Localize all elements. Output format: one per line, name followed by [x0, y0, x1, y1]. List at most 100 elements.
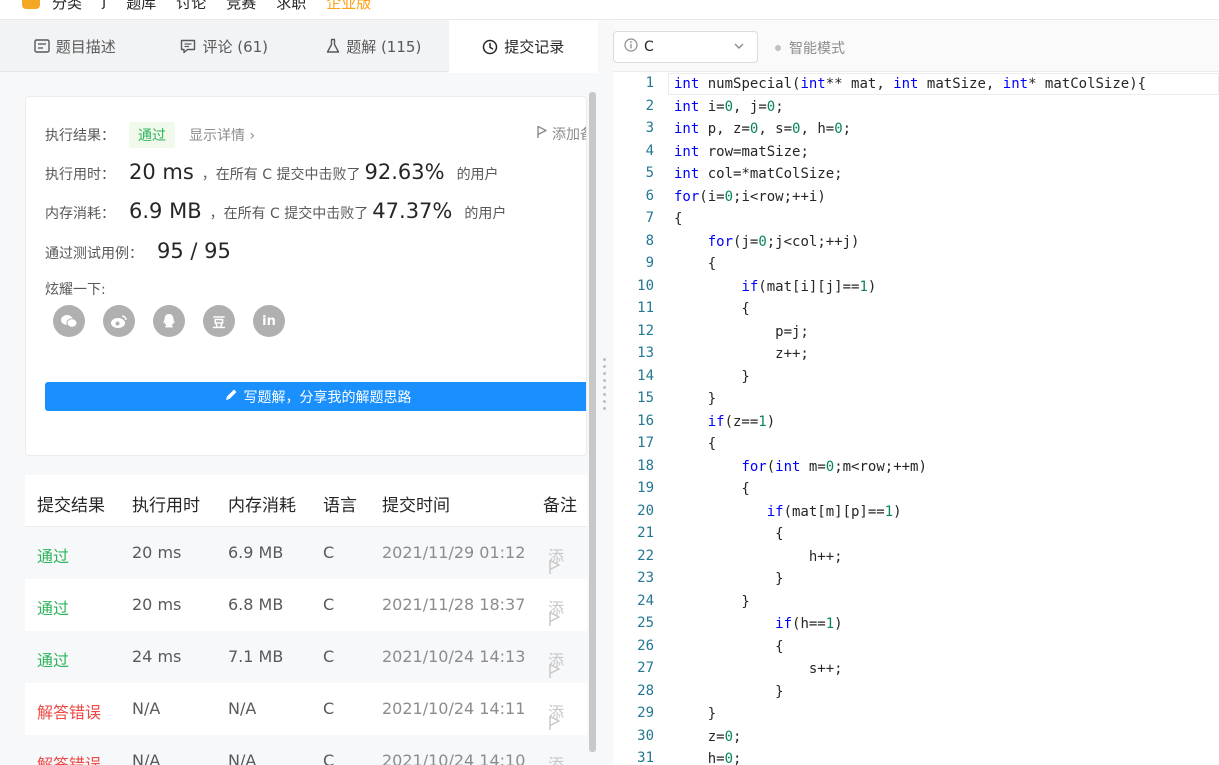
- code-line[interactable]: for(i=0;i<row;++i): [674, 186, 826, 208]
- code-line[interactable]: int numSpecial(int** mat, int matSize, i…: [674, 73, 1146, 95]
- line-number: 5: [645, 165, 654, 181]
- clock-icon: [482, 39, 498, 55]
- code-line[interactable]: z=0;: [674, 726, 742, 748]
- cell-time: N/A: [132, 751, 161, 765]
- language-select[interactable]: C: [613, 31, 758, 63]
- top-nav-item[interactable]: 竞赛: [226, 0, 256, 13]
- tab-description[interactable]: 题目描述: [0, 20, 150, 72]
- add-note-cell[interactable]: 添: [548, 595, 564, 626]
- code-line[interactable]: }: [674, 568, 783, 590]
- cell-lang: C: [323, 699, 335, 718]
- code-line[interactable]: h++;: [674, 546, 843, 568]
- code-line[interactable]: p=j;: [674, 321, 809, 343]
- top-nav-item[interactable]: 求职: [276, 0, 306, 13]
- cell-mem: 6.9 MB: [228, 543, 284, 562]
- cell-result[interactable]: 通过: [37, 595, 69, 619]
- add-note-label: 添加备注: [552, 127, 586, 143]
- result-card: 执行结果： 通过 显示详情 › 添加备注 执行用时： 20 ms ，在所有 C …: [25, 96, 587, 456]
- cell-time: 24 ms: [132, 647, 182, 666]
- line-number: 28: [637, 682, 654, 699]
- douban-icon[interactable]: 豆: [203, 305, 235, 337]
- code-line[interactable]: for(int m=0;m<row;++m): [674, 456, 926, 478]
- line-number: 26: [637, 637, 654, 654]
- top-nav-item[interactable]: j: [102, 0, 106, 13]
- tab-label: 评论 (61): [202, 37, 269, 56]
- write-solution-label: 写题解，分享我的解题思路: [243, 389, 412, 406]
- line-number: 16: [637, 412, 654, 429]
- code-line[interactable]: {: [674, 298, 749, 320]
- code-line[interactable]: if(h==1): [674, 613, 842, 635]
- flag-icon: [548, 663, 562, 683]
- code-line[interactable]: s++;: [674, 658, 843, 680]
- tab-solutions[interactable]: 题解 (115): [299, 20, 449, 72]
- panel-splitter[interactable]: [598, 20, 613, 765]
- table-row[interactable]: 通过 20 ms 6.8 MB C 2021/11/28 18:37 添: [25, 579, 587, 631]
- add-note-cell[interactable]: 添: [548, 543, 564, 574]
- code-line[interactable]: h=0;: [674, 748, 742, 765]
- smart-mode-toggle[interactable]: 智能模式: [775, 38, 845, 58]
- code-line[interactable]: }: [674, 591, 749, 613]
- flag-icon: [548, 715, 562, 735]
- code-line[interactable]: {: [674, 636, 783, 658]
- tab-comments[interactable]: 评论 (61): [150, 20, 300, 72]
- share-label: 炫耀一下:: [45, 282, 106, 298]
- top-nav-item[interactable]: 分类: [52, 0, 82, 13]
- table-row[interactable]: 解答错误 N/A N/A C 2021/10/24 14:10 添: [25, 735, 587, 765]
- code-line[interactable]: for(j=0;j<col;++j): [674, 231, 860, 253]
- cell-result[interactable]: 解答错误: [37, 699, 101, 723]
- cell-result[interactable]: 通过: [37, 647, 69, 671]
- code-line[interactable]: z++;: [674, 343, 809, 365]
- cell-result[interactable]: 解答错误: [37, 751, 101, 765]
- table-row[interactable]: 通过 20 ms 6.9 MB C 2021/11/29 01:12 添: [25, 527, 587, 579]
- left-scrollbar[interactable]: [589, 92, 596, 752]
- tab-submissions[interactable]: 提交记录: [448, 20, 598, 73]
- code-line[interactable]: }: [674, 681, 783, 703]
- add-note-cell[interactable]: 添: [548, 699, 564, 730]
- code-line[interactable]: if(mat[i][j]==1): [674, 276, 876, 298]
- code-line[interactable]: }: [674, 703, 716, 725]
- cell-result[interactable]: 通过: [37, 543, 69, 567]
- add-note-button[interactable]: 添加备注: [536, 124, 586, 144]
- code-line[interactable]: int row=matSize;: [674, 141, 809, 163]
- table-row[interactable]: 解答错误 N/A N/A C 2021/10/24 14:11 添: [25, 683, 587, 735]
- top-nav-item[interactable]: 企业版: [326, 0, 371, 13]
- code-line[interactable]: if(mat[m][p]==1): [674, 501, 902, 523]
- qq-icon[interactable]: [153, 305, 185, 337]
- code-line[interactable]: {: [674, 208, 682, 230]
- code-line[interactable]: }: [674, 366, 749, 388]
- line-number: 17: [637, 435, 654, 451]
- code-line[interactable]: {: [674, 523, 783, 545]
- linkedin-icon[interactable]: in: [253, 305, 285, 337]
- top-nav-item[interactable]: 讨论: [176, 0, 206, 13]
- line-number: 11: [637, 300, 654, 316]
- show-details-link[interactable]: 显示详情 ›: [189, 125, 255, 145]
- code-line[interactable]: {: [674, 478, 749, 500]
- line-number: 10: [637, 277, 654, 294]
- line-number: 13: [637, 345, 654, 361]
- table-row[interactable]: 通过 24 ms 7.1 MB C 2021/10/24 14:13 添: [25, 631, 587, 683]
- cell-mem: N/A: [228, 751, 257, 765]
- wechat-icon[interactable]: [53, 305, 85, 337]
- testcases-value: 95 / 95: [157, 239, 231, 263]
- line-number: 25: [637, 615, 654, 631]
- code-line[interactable]: if(z==1): [674, 411, 775, 433]
- line-number: 23: [637, 570, 654, 586]
- code-line[interactable]: int i=0, j=0;: [674, 96, 784, 118]
- code-line[interactable]: {: [674, 433, 716, 455]
- code-editor[interactable]: 1 2 3 4 5 6 7 8 9 10 11 12 13 14 15 16 17 18 19 20 21 22 23 24 2…: [613, 72, 1219, 765]
- line-number: 19: [637, 480, 654, 496]
- code-line[interactable]: int p, z=0, s=0, h=0;: [674, 118, 851, 140]
- write-solution-button[interactable]: 写题解，分享我的解题思路: [45, 382, 586, 411]
- runtime-mid: ，在所有 C 提交中击败了: [201, 167, 361, 183]
- add-note-cell[interactable]: 添: [548, 647, 564, 678]
- line-number: 22: [637, 547, 654, 564]
- leetcode-logo-icon[interactable]: [22, 0, 40, 9]
- tab-label: 提交记录: [504, 38, 565, 56]
- code-line[interactable]: }: [674, 388, 716, 410]
- add-note-cell[interactable]: 添: [548, 751, 564, 765]
- top-nav-item[interactable]: 题库: [126, 0, 156, 13]
- code-line[interactable]: {: [674, 253, 716, 275]
- code-line[interactable]: int col=*matColSize;: [674, 163, 843, 185]
- weibo-icon[interactable]: [103, 305, 135, 337]
- drag-handle-icon[interactable]: [603, 358, 607, 414]
